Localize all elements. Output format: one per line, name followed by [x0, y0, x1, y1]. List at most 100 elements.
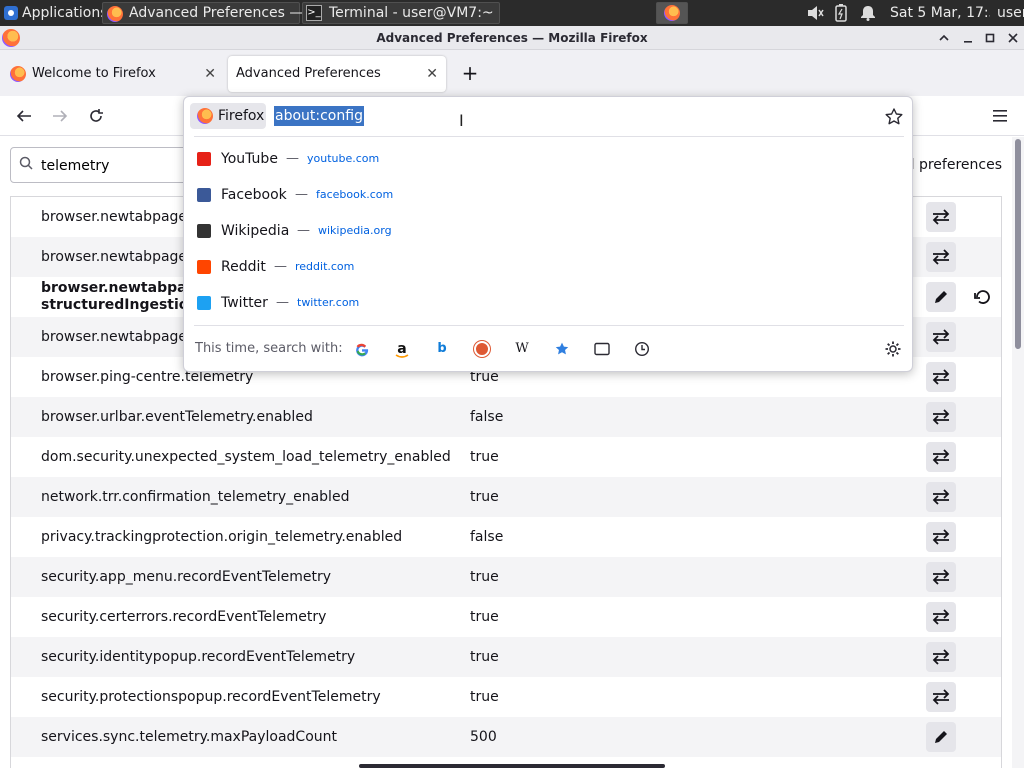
terminal-icon: >_	[306, 5, 322, 21]
toggle-arrows-icon	[932, 529, 950, 545]
close-tab-icon[interactable]: ✕	[426, 56, 438, 92]
close-tab-icon[interactable]: ✕	[204, 56, 216, 92]
suggestion-url: reddit.com	[295, 260, 355, 273]
suggestion-title: Twitter	[221, 295, 268, 311]
preference-name: security.certerrors.recordEventTelemetry	[41, 609, 327, 625]
scrollbar-thumb[interactable]	[1015, 139, 1021, 349]
suggestion-facebook[interactable]: Facebook — facebook.com	[184, 177, 912, 213]
back-button[interactable]	[10, 102, 38, 130]
preference-name: privacy.trackingprotection.origin_teleme…	[41, 529, 403, 545]
preference-search-input[interactable]	[41, 154, 201, 178]
tab-welcome[interactable]: Welcome to Firefox ✕	[0, 56, 224, 92]
toggle-button[interactable]	[926, 322, 956, 352]
forward-button[interactable]	[46, 102, 74, 130]
clock[interactable]: Sat 5 Mar, 17:51	[890, 0, 990, 26]
preference-row[interactable]: network.trr.confirmation_telemetry_enabl…	[11, 477, 1001, 517]
new-tab-button[interactable]: +	[458, 61, 482, 85]
edit-button[interactable]	[926, 282, 956, 312]
twitter-icon	[197, 296, 211, 310]
window-minimize-button[interactable]	[957, 26, 979, 50]
gear-icon[interactable]	[884, 340, 902, 358]
toggle-arrows-icon	[932, 489, 950, 505]
toggle-button[interactable]	[926, 242, 956, 272]
vertical-scrollbar[interactable]	[1012, 137, 1024, 768]
suggestion-twitter[interactable]: Twitter — twitter.com	[184, 285, 912, 321]
bing-engine-button[interactable]: b	[432, 339, 452, 359]
preference-name: browser.newtabpage.	[41, 329, 192, 345]
suggestion-url: wikipedia.org	[318, 224, 392, 237]
reset-button[interactable]	[969, 282, 997, 312]
battery-icon[interactable]	[834, 4, 848, 22]
preference-value[interactable]: true	[470, 557, 499, 597]
divider	[194, 136, 904, 137]
toggle-button[interactable]	[926, 362, 956, 392]
preference-value[interactable]: false	[470, 517, 503, 557]
window-maximize-button[interactable]	[979, 26, 1001, 50]
taskbar-firefox[interactable]: Advanced Preferences — M...	[102, 2, 333, 24]
toggle-button[interactable]	[926, 642, 956, 672]
preference-value[interactable]: true	[470, 637, 499, 677]
duckduckgo-engine-button[interactable]	[472, 339, 492, 359]
window-shade-button[interactable]	[933, 26, 955, 50]
history-search-button[interactable]	[632, 339, 652, 359]
toggle-button[interactable]	[926, 402, 956, 432]
preference-search-box[interactable]	[10, 147, 210, 183]
preference-row[interactable]: security.app_menu.recordEventTelemetry tr…	[11, 557, 1001, 597]
suggestion-wikipedia[interactable]: Wikipedia — wikipedia.org	[184, 213, 912, 249]
window-close-button[interactable]	[1002, 26, 1024, 50]
search-mode-indicator[interactable]: Firefox	[190, 103, 266, 129]
toggle-arrows-icon	[932, 689, 950, 705]
taskbar-terminal[interactable]: >_ Terminal - user@VM7:~	[302, 2, 500, 24]
bookmark-star-icon[interactable]	[884, 107, 904, 127]
preference-row[interactable]: browser.urlbar.eventTelemetry.enabled fal…	[11, 397, 1001, 437]
bookmarks-search-button[interactable]	[552, 339, 572, 359]
toggle-button[interactable]	[926, 202, 956, 232]
minimize-icon	[964, 41, 972, 43]
preference-name: security.protectionspopup.recordEventTel…	[41, 689, 381, 705]
tab-advanced-preferences[interactable]: Advanced Preferences ✕	[228, 56, 446, 92]
notifications-bell-icon[interactable]	[860, 5, 876, 21]
bing-icon: b	[437, 341, 447, 356]
toggle-button[interactable]	[926, 522, 956, 552]
separator-dash: —	[286, 151, 299, 166]
suggestion-url: twitter.com	[297, 296, 360, 309]
google-engine-button[interactable]	[352, 339, 372, 359]
hamburger-menu-icon[interactable]	[988, 104, 1012, 128]
preference-value[interactable]: true	[470, 677, 499, 717]
firefox-icon	[197, 108, 213, 124]
preference-value[interactable]: true	[470, 437, 499, 477]
toggle-button[interactable]	[926, 482, 956, 512]
preference-row[interactable]: services.sync.telemetry.maxPayloadCount 5…	[11, 717, 1001, 757]
firefox-launcher[interactable]	[656, 2, 688, 24]
tabs-search-button[interactable]	[592, 339, 612, 359]
edit-button[interactable]	[926, 722, 956, 752]
toggle-button[interactable]	[926, 682, 956, 712]
preference-value[interactable]: true	[470, 597, 499, 637]
preference-row[interactable]: security.certerrors.recordEventTelemetry…	[11, 597, 1001, 637]
wikipedia-engine-button[interactable]: W	[512, 339, 532, 359]
preference-row[interactable]: security.identitypopup.recordEventTeleme…	[11, 637, 1001, 677]
tab-icon	[594, 342, 610, 356]
maximize-icon	[985, 33, 995, 43]
reload-button[interactable]	[82, 102, 110, 130]
star-filled-icon	[555, 342, 569, 355]
volume-muted-icon[interactable]	[806, 5, 824, 21]
preference-row[interactable]: privacy.trackingprotection.origin_teleme…	[11, 517, 1001, 557]
user-menu[interactable]: user	[997, 0, 1024, 26]
toggle-button[interactable]	[926, 442, 956, 472]
horizontal-scroll-indicator[interactable]	[359, 764, 665, 768]
preference-value[interactable]: 500	[470, 717, 497, 757]
amazon-engine-button[interactable]: a	[392, 339, 412, 359]
toggle-arrows-icon	[932, 209, 950, 225]
toggle-button[interactable]	[926, 562, 956, 592]
preference-value[interactable]: true	[470, 477, 499, 517]
preference-value[interactable]: false	[470, 397, 503, 437]
preference-row[interactable]: security.protectionspopup.recordEventTel…	[11, 677, 1001, 717]
suggestion-reddit[interactable]: Reddit — reddit.com	[184, 249, 912, 285]
toggle-button[interactable]	[926, 602, 956, 632]
preference-name: security.identitypopup.recordEventTeleme…	[41, 649, 356, 665]
suggestion-youtube[interactable]: YouTube — youtube.com	[184, 141, 912, 177]
applications-menu[interactable]: Applications	[2, 0, 102, 26]
urlbar-input[interactable]: about:config	[274, 106, 364, 126]
preference-row[interactable]: dom.security.unexpected_system_load_tele…	[11, 437, 1001, 477]
